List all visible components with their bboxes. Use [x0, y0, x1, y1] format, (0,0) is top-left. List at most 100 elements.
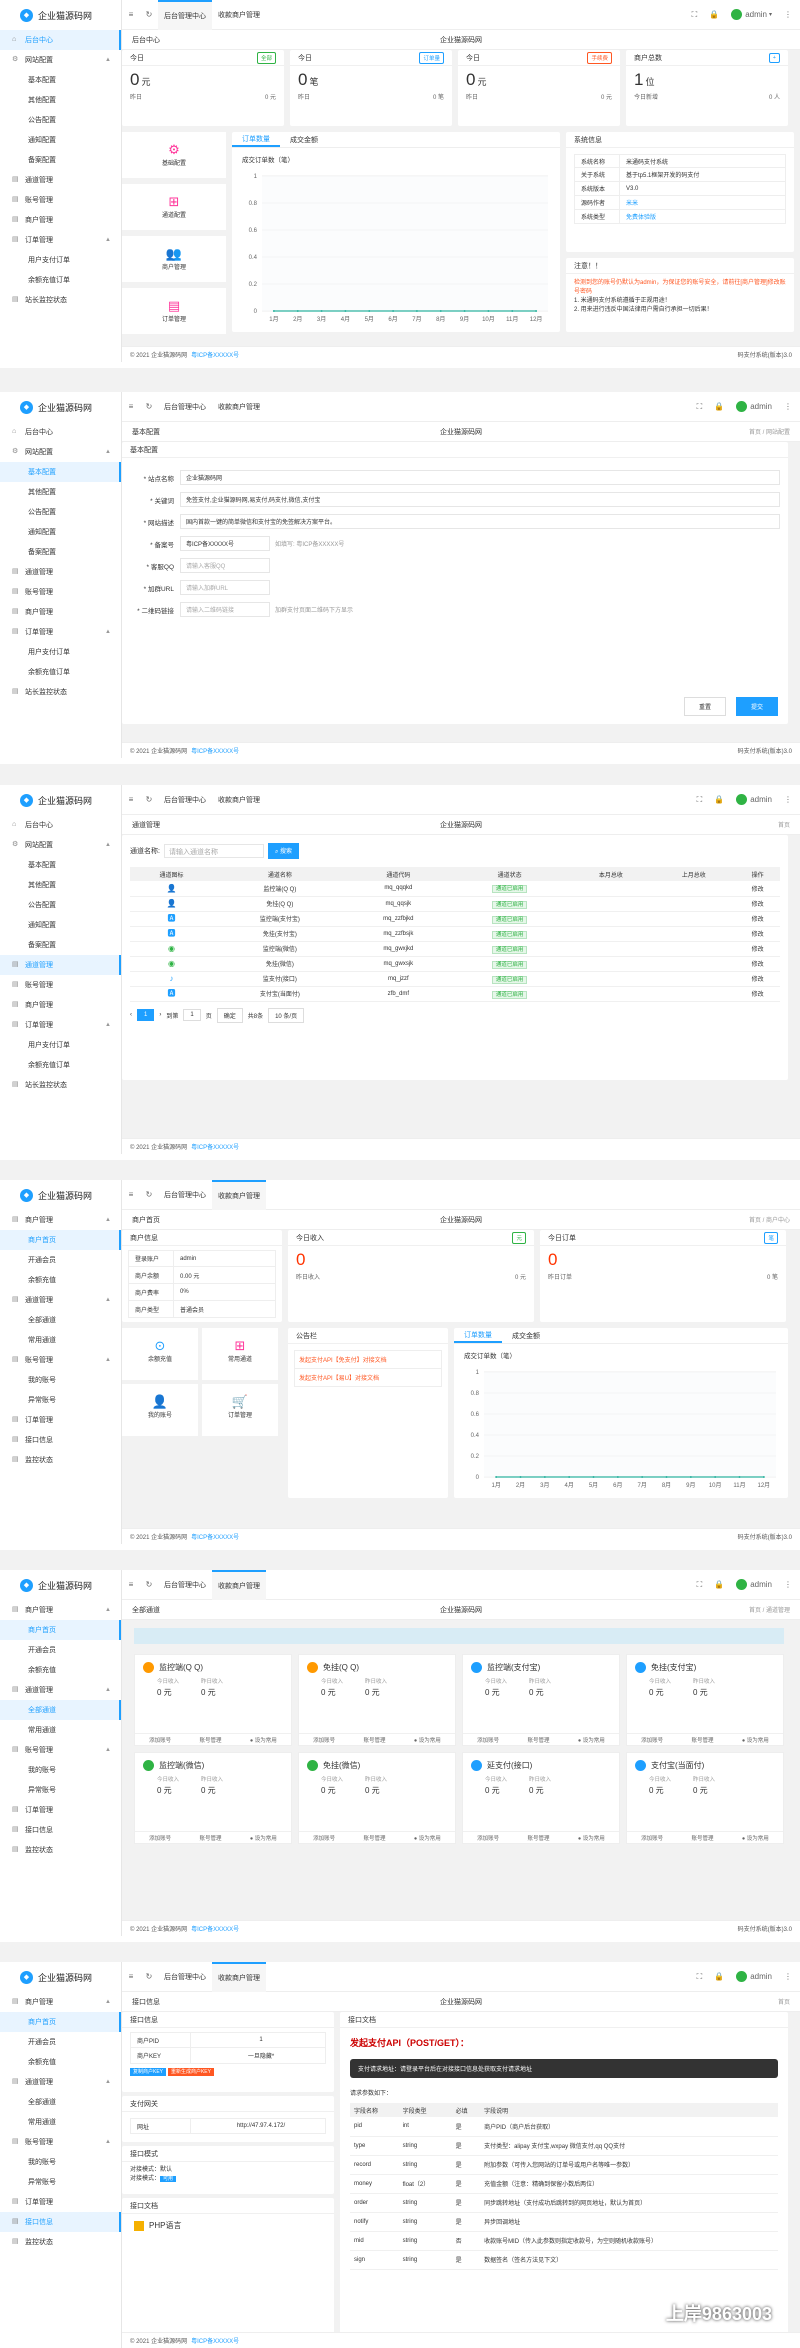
table-cell[interactable]: 修改: [735, 971, 780, 987]
nav-sub-item[interactable]: 余额充值: [0, 1270, 121, 1290]
add-account-button[interactable]: 添加账号: [641, 1736, 663, 1744]
nav-sub-item[interactable]: 通知配置: [0, 915, 121, 935]
menu-toggle-icon[interactable]: ≡: [122, 1972, 140, 1981]
fullscreen-icon[interactable]: ⛶: [692, 10, 698, 20]
nav-item[interactable]: ▤ 账号管理: [0, 975, 121, 995]
nav-item[interactable]: ▤ 商户管理 ▲: [0, 1210, 121, 1230]
page-size-select[interactable]: 10 条/页: [268, 1007, 305, 1023]
add-account-button[interactable]: 添加账号: [641, 1834, 663, 1842]
menu-toggle-icon[interactable]: ≡: [122, 1190, 140, 1199]
tab-admin[interactable]: 后台管理中心: [158, 392, 212, 422]
nav-sub-item[interactable]: 开通会员: [0, 1250, 121, 1270]
notice-link[interactable]: 发起支付API【易U】对接文档: [294, 1369, 442, 1387]
tab-order-count[interactable]: 订单数量: [454, 1328, 502, 1343]
avatar[interactable]: [736, 794, 748, 805]
nav-item[interactable]: ▤ 接口信息: [0, 1430, 121, 1450]
nav-item[interactable]: ▤ 商户管理: [0, 210, 121, 230]
nav-item[interactable]: ⌂ 后台中心: [0, 422, 121, 442]
tab-amount[interactable]: 成交金额: [502, 1328, 550, 1343]
nav-sub-item[interactable]: 异常账号: [0, 1390, 121, 1410]
icp-link[interactable]: 粤ICP备XXXXX号: [191, 350, 239, 359]
account-manage-button[interactable]: 账号管理: [364, 1736, 386, 1744]
menu-toggle-icon[interactable]: ≡: [122, 10, 140, 19]
nav-sub-item[interactable]: 用户支付订单: [0, 1035, 121, 1055]
nav-sub-item[interactable]: 基本配置: [0, 70, 121, 90]
more-icon[interactable]: ⋮: [784, 795, 792, 804]
text-input[interactable]: 请输入客服QQ: [180, 558, 270, 573]
lock-icon[interactable]: 🔒: [714, 795, 724, 804]
refresh-icon[interactable]: ↻: [140, 10, 158, 19]
nav-sub-item[interactable]: 其他配置: [0, 875, 121, 895]
set-common-button[interactable]: ● 设为常用: [414, 1834, 441, 1842]
user-name[interactable]: admin: [750, 1580, 772, 1589]
nav-item[interactable]: ▤ 通道管理: [0, 562, 121, 582]
lock-icon[interactable]: 🔒: [714, 1972, 724, 1981]
refresh-icon[interactable]: ↻: [140, 1580, 158, 1589]
lock-icon[interactable]: 🔒: [714, 402, 724, 411]
set-common-button[interactable]: ● 设为常用: [578, 1834, 605, 1842]
nav-sub-item[interactable]: 我的账号: [0, 1370, 121, 1390]
nav-item[interactable]: ⚙ 网站配置 ▲: [0, 835, 121, 855]
avatar[interactable]: [736, 401, 748, 412]
account-manage-button[interactable]: 账号管理: [528, 1736, 550, 1744]
nav-item[interactable]: ▤ 订单管理: [0, 1800, 121, 1820]
nav-item[interactable]: ▤ 站长监控状态: [0, 290, 121, 310]
nav-item[interactable]: ▤ 通道管理 ▲: [0, 1290, 121, 1310]
nav-item[interactable]: ▤ 通道管理 ▲: [0, 2072, 121, 2092]
nav-item[interactable]: ▤ 通道管理: [0, 955, 121, 975]
table-cell[interactable]: 修改: [735, 986, 780, 1002]
nav-sub-item[interactable]: 公告配置: [0, 895, 121, 915]
more-icon[interactable]: ⋮: [784, 1580, 792, 1589]
text-input[interactable]: 请输入二维码链接: [180, 602, 270, 617]
text-input[interactable]: 请输入加群URL: [180, 580, 270, 595]
set-common-button[interactable]: ● 设为常用: [578, 1736, 605, 1744]
nav-sub-item[interactable]: 开通会员: [0, 2032, 121, 2052]
nav-sub-item[interactable]: 商户首页: [0, 1620, 121, 1640]
table-cell[interactable]: 修改: [735, 941, 780, 957]
menu-toggle-icon[interactable]: ≡: [122, 795, 140, 804]
set-common-button[interactable]: ● 设为常用: [414, 1736, 441, 1744]
lock-icon[interactable]: 🔒: [709, 10, 719, 19]
tab-merchant[interactable]: 收款商户管理: [212, 0, 266, 30]
avatar[interactable]: [736, 1971, 748, 1982]
nav-sub-item[interactable]: 余额充值订单: [0, 1055, 121, 1075]
refresh-icon[interactable]: ↻: [140, 1190, 158, 1199]
icp-link[interactable]: 粤ICP备XXXXX号: [191, 1924, 239, 1933]
nav-item[interactable]: ▤ 监控状态: [0, 1450, 121, 1470]
fullscreen-icon[interactable]: ⛶: [697, 1580, 703, 1590]
account-manage-button[interactable]: 账号管理: [692, 1834, 714, 1842]
nav-item[interactable]: ▤ 账号管理: [0, 190, 121, 210]
icp-link[interactable]: 粤ICP备XXXXX号: [191, 1532, 239, 1541]
page-1[interactable]: 1: [137, 1009, 155, 1021]
notice-link[interactable]: 发起支付API【免支付】对接文档: [294, 1350, 442, 1369]
tab-order-count[interactable]: 订单数量: [232, 132, 280, 147]
fullscreen-icon[interactable]: ⛶: [697, 795, 703, 805]
account-manage-button[interactable]: 账号管理: [200, 1834, 222, 1842]
tab-merchant[interactable]: 收款商户管理: [212, 1180, 266, 1210]
nav-sub-item[interactable]: 我的账号: [0, 1760, 121, 1780]
nav-item[interactable]: ⌂ 后台中心: [0, 30, 121, 50]
nav-sub-item[interactable]: 余额充值订单: [0, 270, 121, 290]
next-icon[interactable]: ›: [159, 1012, 161, 1018]
account-manage-button[interactable]: 账号管理: [200, 1736, 222, 1744]
account-manage-button[interactable]: 账号管理: [692, 1736, 714, 1744]
nav-sub-item[interactable]: 常用通道: [0, 2112, 121, 2132]
nav-item[interactable]: ⚙ 网站配置 ▲: [0, 442, 121, 462]
tab-merchant[interactable]: 收款商户管理: [212, 1570, 266, 1600]
nav-sub-item[interactable]: 其他配置: [0, 90, 121, 110]
icp-link[interactable]: 粤ICP备XXXXX号: [191, 2336, 239, 2345]
refresh-icon[interactable]: ↻: [140, 1972, 158, 1981]
account-manage-button[interactable]: 账号管理: [528, 1834, 550, 1842]
page-input[interactable]: 1: [183, 1009, 201, 1021]
nav-item[interactable]: ▤ 接口信息: [0, 1820, 121, 1840]
add-account-button[interactable]: 添加账号: [313, 1834, 335, 1842]
quick-link[interactable]: ⊞ 常用通道: [202, 1328, 278, 1380]
add-account-button[interactable]: 添加账号: [477, 1736, 499, 1744]
lock-icon[interactable]: 🔒: [714, 1580, 724, 1589]
text-input[interactable]: 粤ICP备XXXXX号: [180, 536, 270, 551]
tab-admin[interactable]: 后台管理中心: [158, 1962, 212, 1992]
quick-link[interactable]: ⚙ 基础配置: [122, 132, 226, 178]
nav-item[interactable]: ▤ 商户管理 ▲: [0, 1992, 121, 2012]
fullscreen-icon[interactable]: ⛶: [697, 402, 703, 412]
add-account-button[interactable]: 添加账号: [149, 1834, 171, 1842]
